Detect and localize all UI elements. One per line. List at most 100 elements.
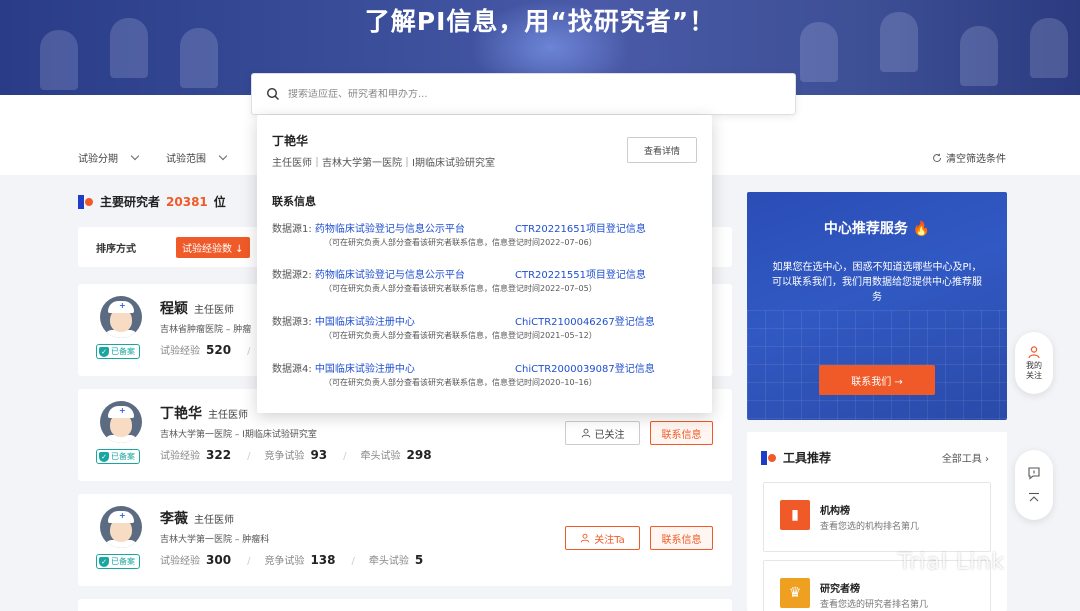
investigator-title: 主任医师	[194, 515, 234, 526]
source-platform-link[interactable]: 中国临床试验注册中心	[315, 364, 415, 375]
investigator-title: 主任医师	[194, 305, 234, 316]
ranking-icon: ▮	[780, 500, 810, 530]
sort-label: 排序方式	[96, 243, 136, 255]
section-title-text: 主要研究者	[100, 195, 161, 209]
search-box[interactable]	[251, 73, 796, 115]
center-recommend-panel: 中心推荐服务 🔥 如果您在选中心，困惑不知道选哪些中心及PI，可以联系我们，我们…	[747, 192, 1007, 420]
filter-phase[interactable]: 试验分期	[78, 150, 140, 165]
filter-scope-label: 试验范围	[166, 154, 206, 165]
brand-logo-icon	[761, 450, 777, 465]
tool-name: 研究者榜	[820, 584, 860, 595]
contact-button[interactable]: 联系信息	[650, 421, 713, 445]
stats-row: 试验经验 300 / 竞争试验 138 / 牵头试验 5	[160, 552, 433, 567]
comp-label: 竞争试验	[264, 556, 305, 567]
user-icon	[580, 533, 590, 543]
avatar: +	[100, 296, 142, 338]
search-icon	[266, 87, 279, 100]
avatar: +	[100, 401, 142, 443]
search-input[interactable]	[288, 88, 768, 100]
chevron-down-icon	[130, 151, 140, 160]
comp-value: 138	[310, 553, 336, 567]
comp-value: 93	[310, 448, 328, 462]
divider: /	[247, 346, 251, 357]
investigator-card[interactable]: + ✓ 已备案 李薇 主任医师 吉林大学第一医院 – 肿瘤科 试验经验 300 / 竞争…	[78, 494, 732, 586]
trophy-icon: ♛	[780, 578, 810, 608]
hero-title: 了解PI信息，用“找研究者”！	[364, 7, 716, 36]
divider: /	[351, 556, 355, 567]
shield-icon: ✓	[99, 451, 109, 462]
view-detail-button[interactable]: 查看详情	[627, 137, 697, 163]
registration-link[interactable]: CTR20221551项目登记信息	[515, 266, 646, 281]
next-card-edge	[78, 599, 732, 611]
investigator-name[interactable]: 程颖 主任医师	[160, 298, 234, 318]
stats-row: 试验经验 322 / 竞争试验 93 / 牵头试验 298	[160, 447, 442, 462]
section-title: 主要研究者 20381 位	[78, 193, 226, 210]
follow-button[interactable]: 已关注	[565, 421, 640, 445]
follow-label: 关注Ta	[594, 534, 625, 546]
contact-us-button[interactable]: 联系我们 →	[819, 365, 935, 395]
badge-label: 已备案	[111, 557, 135, 566]
data-source-row: 数据源2: 药物临床试验登记与信息公示平台 CTR20221551项目登记信息 …	[272, 266, 646, 293]
exp-value: 520	[206, 343, 232, 357]
source-platform-link[interactable]: 中国临床试验注册中心	[315, 317, 415, 328]
shield-icon: ✓	[99, 556, 109, 567]
message-icon[interactable]	[1027, 466, 1041, 480]
exp-value: 300	[206, 553, 232, 567]
name-text: 李薇	[160, 511, 188, 527]
lead-value: 5	[414, 553, 424, 567]
divider: /	[343, 451, 347, 462]
user-icon	[581, 428, 590, 438]
contact-button[interactable]: 联系信息	[650, 526, 713, 550]
source-note: （可在研究负责人部分查看该研究者联系信息，信息登记时间2021–05–12）	[324, 331, 597, 340]
exp-label: 试验经验	[160, 451, 200, 462]
tools-title: 工具推荐	[761, 449, 831, 466]
investigator-name[interactable]: 李薇 主任医师	[160, 508, 234, 528]
all-tools-link[interactable]: 全部工具 ›	[942, 450, 989, 465]
source-label: 数据源3:	[272, 317, 312, 328]
divider: /	[247, 451, 251, 462]
shield-icon: ✓	[99, 346, 109, 357]
registration-link[interactable]: CTR20221651项目登记信息	[515, 220, 646, 235]
side-tool-group	[1015, 450, 1053, 520]
my-follow-button[interactable]: 我的 关注	[1015, 332, 1053, 394]
hero-figure	[40, 30, 78, 90]
stats-row: 试验经验 520 /	[160, 342, 258, 357]
promo-description: 如果您在选中心，困惑不知道选哪些中心及PI，可以联系我们，我们用数据给您提供中心…	[772, 262, 982, 303]
tool-description: 查看您选的机构排名第几	[820, 522, 920, 532]
tool-card-institution-ranking[interactable]: ▮ 机构榜 查看您选的机构排名第几	[763, 482, 991, 552]
tools-title-text: 工具推荐	[783, 451, 832, 465]
lead-label: 牵头试验	[368, 556, 409, 567]
tools-panel: 工具推荐 全部工具 › ▮ 机构榜 查看您选的机构排名第几 ♛ 研究者榜 查看您…	[747, 432, 1007, 611]
user-follow-icon	[1028, 346, 1040, 359]
chevron-down-icon	[218, 151, 228, 160]
source-platform-link[interactable]: 药物临床试验登记与信息公示平台	[315, 224, 465, 235]
status-badge: ✓ 已备案	[96, 449, 140, 464]
filter-scope[interactable]: 试验范围	[166, 150, 228, 165]
source-platform-link[interactable]: 药物临床试验登记与信息公示平台	[315, 270, 465, 281]
registration-link[interactable]: ChiCTR2000039087登记信息	[515, 360, 655, 375]
data-source-row: 数据源3: 中国临床试验注册中心 ChiCTR2100046267登记信息 （可…	[272, 313, 655, 340]
investigator-name[interactable]: 丁艳华 主任医师	[160, 403, 248, 423]
follow-button[interactable]: 关注Ta	[565, 526, 640, 550]
divider: /	[247, 556, 251, 567]
name-text: 程颖	[160, 301, 188, 317]
source-label: 数据源2:	[272, 270, 312, 281]
name-text: 丁艳华	[160, 406, 202, 422]
promo-title: 中心推荐服务 🔥	[823, 221, 931, 237]
investigator-org: 吉林省肿瘤医院 – 肿瘤	[160, 325, 252, 335]
investigator-title: 主任医师	[208, 410, 248, 421]
comp-label: 竞争试验	[264, 451, 305, 462]
data-source-row: 数据源1: 药物临床试验登记与信息公示平台 CTR20221651项目登记信息 …	[272, 220, 646, 247]
back-to-top-icon[interactable]	[1027, 491, 1041, 505]
watermark: Trial Link	[898, 550, 1006, 575]
section-unit: 位	[213, 195, 226, 209]
source-note: （可在研究负责人部分查看该研究者联系信息，信息登记时间2022–07–06）	[324, 238, 597, 247]
lead-label: 牵头试验	[360, 451, 401, 462]
source-note: （可在研究负责人部分查看该研究者联系信息，信息登记时间2022–07–05）	[324, 284, 597, 293]
registration-link[interactable]: ChiCTR2100046267登记信息	[515, 313, 655, 328]
suggestion-name[interactable]: 丁艳华	[272, 132, 308, 149]
sort-option-active[interactable]: 试验经验数 ↓	[176, 236, 250, 258]
clear-filters-button[interactable]: 清空筛选条件	[932, 150, 1006, 165]
lead-value: 298	[406, 448, 432, 462]
refresh-icon	[933, 153, 942, 162]
